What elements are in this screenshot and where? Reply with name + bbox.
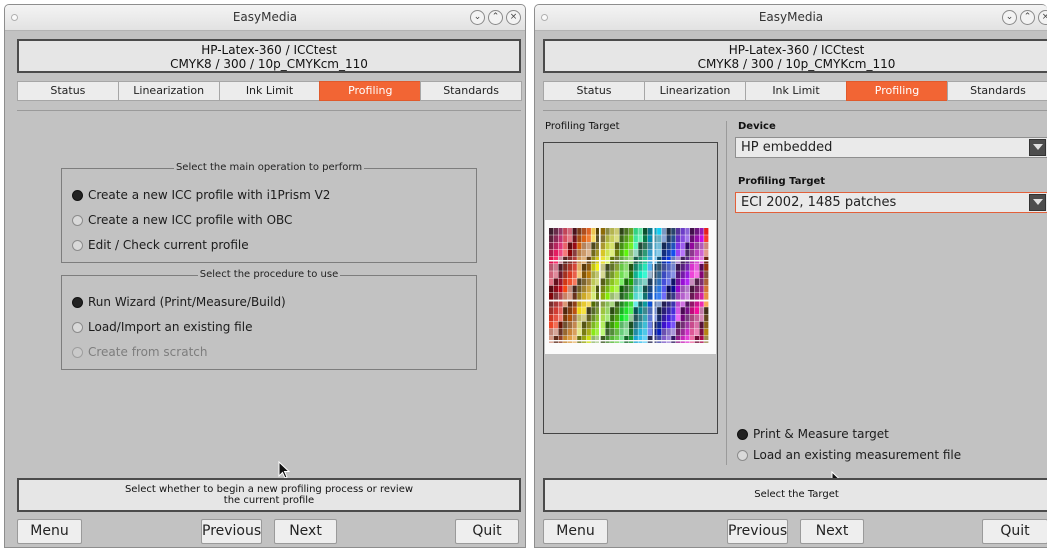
- next-button[interactable]: Next: [800, 519, 864, 544]
- titlebar[interactable]: EasyMedia ⌄ ⌃ ×: [535, 5, 1047, 31]
- tab-linearization[interactable]: Linearization: [644, 81, 746, 101]
- next-button[interactable]: Next: [274, 519, 337, 544]
- profiling-target-select-value: ECI 2002, 1485 patches: [741, 195, 897, 210]
- divider: [17, 110, 521, 111]
- radio-selected-icon[interactable]: [737, 428, 748, 440]
- tab-standards[interactable]: Standards: [420, 81, 522, 101]
- device-select[interactable]: HP embedded: [735, 137, 1047, 158]
- procedure-group-title: Select the procedure to use: [197, 269, 341, 280]
- operation-group-title: Select the main operation to perform: [173, 162, 365, 173]
- close-icon[interactable]: ×: [1038, 10, 1047, 25]
- dropdown-arrow-icon[interactable]: [1029, 194, 1046, 211]
- profiling-target-label: Profiling Target: [738, 176, 826, 187]
- tab-profiling[interactable]: Profiling: [846, 81, 948, 101]
- menu-button[interactable]: Menu: [543, 519, 608, 544]
- easymedia-window-right: EasyMedia ⌄ ⌃ × HP-Latex-360 / ICCtest C…: [534, 4, 1047, 548]
- minimize-icon[interactable]: ⌄: [470, 10, 485, 25]
- titlebar[interactable]: EasyMedia ⌄ ⌃ ×: [5, 5, 525, 31]
- radio-create-scratch: Create from scratch: [72, 344, 207, 360]
- device-select-value: HP embedded: [741, 140, 833, 155]
- status-line2: the current profile: [223, 495, 315, 506]
- operation-group: Select the main operation to perform Cre…: [61, 162, 477, 263]
- radio-disabled-icon: [72, 346, 83, 358]
- radio-unselected-icon[interactable]: [72, 239, 83, 251]
- mouse-pointer-icon: [278, 461, 290, 479]
- radio-run-wizard[interactable]: Run Wizard (Print/Measure/Build): [72, 294, 286, 310]
- window-title: EasyMedia: [758, 10, 824, 24]
- tab-standards[interactable]: Standards: [947, 81, 1047, 101]
- radio-create-obc[interactable]: Create a new ICC profile with OBC: [72, 212, 292, 228]
- color-patch-chart: [549, 228, 709, 344]
- maximize-icon[interactable]: ⌃: [488, 10, 503, 25]
- tab-linearization[interactable]: Linearization: [117, 81, 220, 101]
- tab-ink-limit[interactable]: Ink Limit: [745, 81, 847, 101]
- menu-button[interactable]: Menu: [17, 519, 82, 544]
- radio-label: Edit / Check current profile: [88, 238, 249, 252]
- minimize-icon[interactable]: ⌄: [1002, 10, 1017, 25]
- radio-selected-icon[interactable]: [72, 296, 83, 308]
- target-chart-image: [545, 220, 716, 354]
- tab-ink-limit[interactable]: Ink Limit: [218, 81, 321, 101]
- status-line1: Select whether to begin a new profiling …: [124, 484, 414, 495]
- radio-label: Load an existing measurement file: [753, 448, 962, 462]
- radio-create-i1prism[interactable]: Create a new ICC profile with i1Prism V2: [72, 187, 330, 203]
- printer-header: HP-Latex-360 / ICCtest CMYK8 / 300 / 10p…: [17, 39, 521, 73]
- dropdown-arrow-icon[interactable]: [1029, 139, 1046, 156]
- radio-label: Run Wizard (Print/Measure/Build): [88, 295, 286, 309]
- radio-label: Create a new ICC profile with OBC: [88, 213, 293, 227]
- tab-status[interactable]: Status: [543, 81, 645, 101]
- header-line1: HP-Latex-360 / ICCtest: [728, 43, 865, 57]
- procedure-group: Select the procedure to use Run Wizard (…: [61, 269, 477, 370]
- radio-label: Print & Measure target: [753, 427, 889, 441]
- radio-load-import[interactable]: Load/Import an existing file: [72, 319, 252, 335]
- vertical-divider: [726, 121, 727, 465]
- device-label: Device: [738, 121, 776, 132]
- status-message: Select whether to begin a new profiling …: [17, 478, 521, 512]
- target-preview-frame: [543, 142, 718, 434]
- close-icon[interactable]: ×: [506, 10, 521, 25]
- radio-selected-icon[interactable]: [72, 189, 83, 201]
- profiling-target-select[interactable]: ECI 2002, 1485 patches: [735, 192, 1047, 213]
- easymedia-window-left: EasyMedia ⌄ ⌃ × HP-Latex-360 / ICCtest C…: [4, 4, 526, 548]
- tab-bar: Status Linearization Ink Limit Profiling…: [17, 81, 522, 101]
- status-message: Select the Target: [543, 478, 1047, 512]
- radio-load-measurement[interactable]: Load an existing measurement file: [737, 447, 961, 463]
- printer-header: HP-Latex-360 / ICCtest CMYK8 / 300 / 10p…: [543, 39, 1047, 73]
- header-line2: CMYK8 / 300 / 10p_CMYKcm_110: [170, 57, 368, 71]
- previous-button[interactable]: Previous: [201, 519, 262, 544]
- radio-edit-profile[interactable]: Edit / Check current profile: [72, 237, 249, 253]
- divider: [543, 110, 1047, 111]
- header-line2: CMYK8 / 300 / 10p_CMYKcm_110: [697, 57, 896, 71]
- radio-unselected-icon[interactable]: [72, 321, 83, 333]
- quit-button[interactable]: Quit: [982, 519, 1047, 544]
- quit-button[interactable]: Quit: [455, 519, 519, 544]
- radio-label: Load/Import an existing file: [88, 320, 253, 334]
- maximize-icon[interactable]: ⌃: [1020, 10, 1035, 25]
- radio-unselected-icon[interactable]: [737, 449, 748, 461]
- radio-unselected-icon[interactable]: [72, 214, 83, 226]
- radio-print-measure[interactable]: Print & Measure target: [737, 426, 889, 442]
- tab-profiling[interactable]: Profiling: [319, 81, 422, 101]
- header-line1: HP-Latex-360 / ICCtest: [201, 43, 337, 57]
- radio-label: Create a new ICC profile with i1Prism V2: [88, 188, 331, 202]
- radio-label: Create from scratch: [88, 345, 208, 359]
- tab-status[interactable]: Status: [17, 81, 119, 101]
- window-title: EasyMedia: [232, 10, 298, 24]
- previous-button[interactable]: Previous: [727, 519, 788, 544]
- tab-bar: Status Linearization Ink Limit Profiling…: [543, 81, 1047, 101]
- profiling-target-panel-label: Profiling Target: [545, 121, 620, 132]
